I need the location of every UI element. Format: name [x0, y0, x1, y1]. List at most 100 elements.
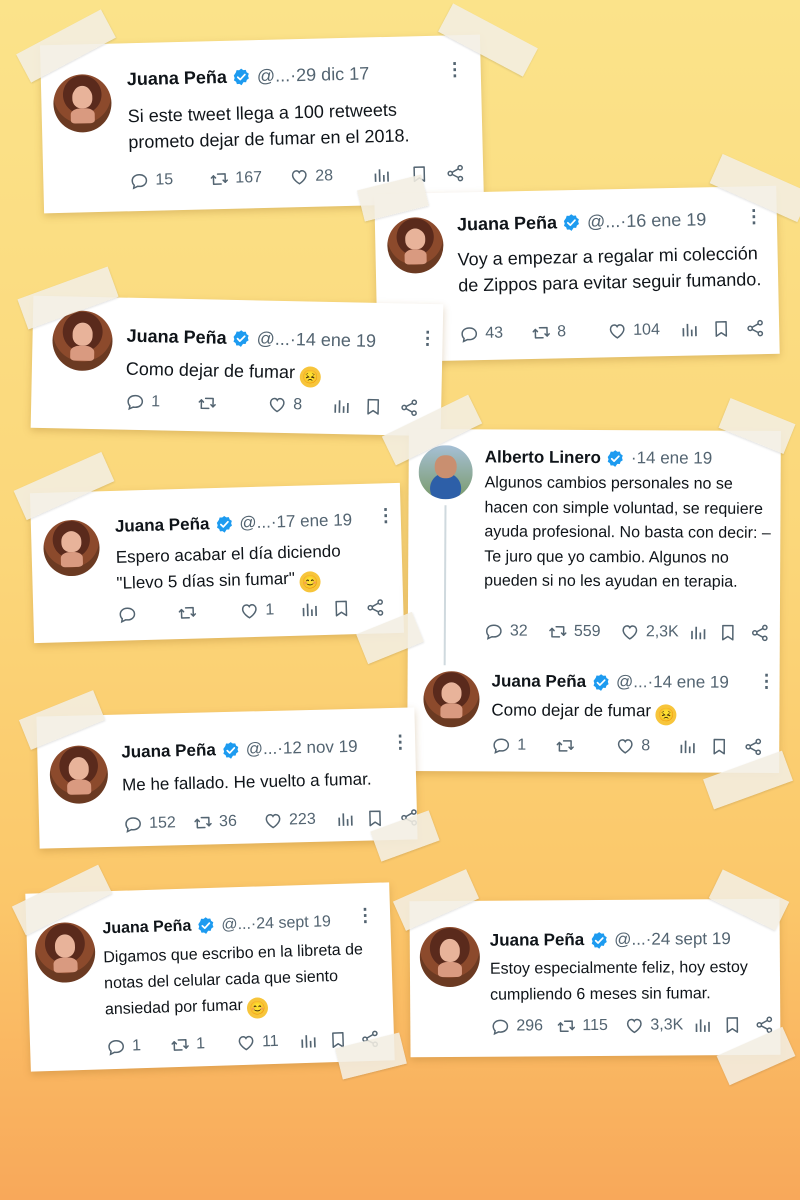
tweet-date[interactable]: 24 sept 19 — [651, 929, 731, 950]
avatar[interactable] — [49, 744, 109, 805]
retweet-button[interactable]: 8 — [531, 321, 607, 343]
reply-button[interactable]: 1 — [491, 735, 555, 755]
author-handle[interactable]: @... — [239, 512, 271, 533]
author-handle[interactable]: @... — [614, 930, 646, 950]
bookmark-button[interactable] — [711, 318, 745, 339]
avatar[interactable] — [386, 216, 444, 274]
author-name[interactable]: Juana Peña — [127, 67, 228, 90]
author-handle[interactable]: @... — [587, 211, 621, 233]
like-button[interactable]: 8 — [615, 736, 677, 756]
avatar[interactable] — [418, 445, 473, 500]
like-button[interactable]: 28 — [289, 165, 371, 187]
share-button[interactable] — [445, 163, 471, 184]
reply-button[interactable]: 152 — [123, 813, 193, 835]
author-name[interactable]: Juana Peña — [102, 917, 191, 938]
retweet-button[interactable] — [177, 601, 240, 623]
avatar[interactable] — [42, 519, 101, 577]
author-handle[interactable]: @... — [257, 65, 291, 87]
bookmark-button[interactable] — [709, 737, 743, 757]
share-button[interactable] — [399, 397, 425, 418]
views-button[interactable] — [299, 599, 332, 620]
author-name[interactable]: Juana Peña — [457, 212, 557, 235]
views-button[interactable] — [679, 319, 711, 340]
avatar[interactable] — [34, 921, 97, 984]
like-button[interactable]: 1 — [239, 600, 300, 622]
bookmark-button[interactable] — [718, 623, 750, 643]
bookmark-button[interactable] — [331, 598, 366, 619]
avatar[interactable] — [419, 926, 481, 988]
reply-button[interactable]: 1 — [125, 392, 197, 414]
author-handle[interactable]: @... — [256, 328, 290, 350]
more-options-icon[interactable]: ⋮ — [758, 671, 776, 692]
retweet-button[interactable]: 36 — [193, 811, 263, 833]
author-name[interactable]: Juana Peña — [126, 326, 226, 349]
reply-button[interactable] — [117, 603, 178, 625]
heart-icon — [239, 601, 260, 622]
share-button[interactable] — [365, 597, 392, 618]
author-handle[interactable]: @... — [616, 672, 648, 692]
more-options-icon[interactable]: ⋮ — [418, 328, 436, 349]
avatar[interactable] — [51, 310, 114, 372]
tweet-card[interactable]: Juana Peña @... · 24 sept 19 Estoy espec… — [409, 898, 781, 1058]
retweet-button[interactable] — [555, 736, 615, 756]
tweet-card[interactable]: Juana Peña @... · 12 nov 19 ⋮ Me he fall… — [36, 707, 418, 849]
author-name[interactable]: Juana Peña — [121, 740, 216, 762]
like-button[interactable]: 3,3K — [624, 1015, 692, 1035]
retweet-button[interactable]: 115 — [556, 1016, 624, 1036]
views-button[interactable] — [677, 736, 709, 756]
more-options-icon[interactable]: ⋮ — [745, 206, 763, 227]
more-options-icon[interactable]: ⋮ — [445, 59, 464, 80]
more-options-icon[interactable]: ⋮ — [356, 905, 375, 927]
author-name[interactable]: Alberto Linero — [485, 447, 601, 468]
like-button[interactable]: 2,3K — [620, 622, 688, 642]
retweet-button[interactable] — [197, 393, 267, 414]
views-button[interactable] — [692, 1015, 722, 1035]
author-handle[interactable]: @... — [221, 915, 251, 934]
tweet-date[interactable]: 24 sept 19 — [256, 913, 331, 933]
tweet-date[interactable]: 16 ene 19 — [626, 209, 707, 232]
reply-button[interactable]: 43 — [459, 323, 531, 345]
tweet-actions: 1 8 — [125, 392, 425, 418]
reply-button[interactable]: 1 — [106, 1035, 171, 1057]
reply-button[interactable]: 15 — [129, 169, 209, 191]
retweet-button[interactable]: 1 — [170, 1033, 237, 1055]
author-handle[interactable]: @... — [246, 739, 278, 760]
share-button[interactable] — [750, 623, 776, 643]
tweet-date[interactable]: 12 nov 19 — [283, 737, 358, 759]
author-name[interactable]: Juana Peña — [492, 671, 587, 691]
tweet-date[interactable]: 14 ene 19 — [653, 672, 729, 692]
tweet-date[interactable]: 14 ene 19 — [296, 329, 376, 352]
tweet-date[interactable]: 17 ene 19 — [276, 510, 352, 532]
share-button[interactable] — [743, 737, 769, 757]
more-options-icon[interactable]: ⋮ — [376, 505, 395, 526]
tweet-card[interactable]: Juana Peña @... · 17 ene 19 ⋮ Espero aca… — [29, 482, 405, 644]
like-button[interactable]: 223 — [263, 809, 335, 831]
share-button[interactable] — [745, 318, 771, 339]
avatar[interactable] — [423, 671, 480, 728]
like-button[interactable]: 11 — [236, 1031, 299, 1053]
bookmark-button[interactable] — [363, 397, 399, 418]
retweet-button[interactable]: 167 — [209, 167, 289, 189]
views-icon — [677, 736, 697, 756]
more-options-icon[interactable]: ⋮ — [391, 732, 410, 753]
avatar[interactable] — [52, 73, 113, 134]
retweet-button[interactable]: 559 — [548, 622, 620, 642]
tweet-thread-card[interactable]: Alberto Linero · 14 ene 19 Algunos cambi… — [407, 429, 781, 773]
views-button[interactable] — [688, 622, 718, 642]
reply-icon — [123, 814, 143, 834]
tweet-date[interactable]: 14 ene 19 — [637, 448, 713, 468]
author-name[interactable]: Juana Peña — [115, 514, 210, 537]
like-button[interactable]: 8 — [267, 395, 331, 416]
views-button[interactable] — [335, 809, 365, 830]
reply-button[interactable]: 296 — [490, 1016, 556, 1036]
tweet-card[interactable]: Juana Peña @... · 24 sept 19 ⋮ Digamos q… — [25, 882, 395, 1072]
views-button[interactable] — [331, 396, 363, 417]
author-name[interactable]: Juana Peña — [490, 930, 585, 951]
share-icon — [743, 737, 763, 757]
tweet-card[interactable]: Juana Peña @... · 14 ene 19 ⋮ Como dejar… — [30, 295, 444, 437]
like-button[interactable]: 104 — [607, 320, 679, 342]
tweet-date[interactable]: 29 dic 17 — [296, 63, 370, 86]
bookmark-button[interactable] — [722, 1015, 754, 1035]
reply-button[interactable]: 32 — [484, 621, 548, 641]
views-button[interactable] — [298, 1030, 329, 1051]
